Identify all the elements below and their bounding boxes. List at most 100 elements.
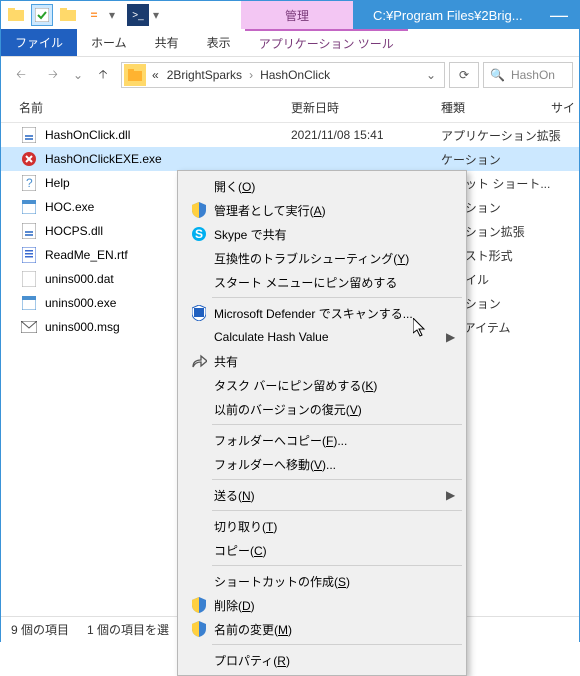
menu-item-label: 送る(N) [210,487,446,504]
menu-item[interactable]: 送る(N)▶ [180,483,464,507]
menu-item-label: 共有 [210,353,446,370]
menu-item-label: Microsoft Defender でスキャンする... [210,305,446,322]
menu-item[interactable]: 開く(O) [180,174,464,198]
menu-item-label: フォルダーへ移動(V)... [210,456,446,473]
col-date[interactable]: 更新日時 [291,99,441,116]
file-icon [19,127,39,143]
col-name[interactable]: 名前 [19,99,291,116]
menu-item-label: スタート メニューにピン留めする [210,274,446,291]
menu-item-label: Calculate Hash Value [210,330,446,344]
menu-item-label: 開く(O) [210,178,446,195]
svg-text:S: S [195,227,203,241]
context-menu[interactable]: 開く(O) 管理者として実行(A) S Skype で共有互換性のトラブルシューティン… [177,170,467,676]
menu-item-label: タスク バーにピン留めする(K) [210,377,446,394]
menu-item-label: プロパティ(R) [210,652,446,669]
menu-item[interactable]: S Skype で共有 [180,222,464,246]
menu-item-label: コピー(C) [210,542,446,559]
forward-button: 🡢 [39,61,67,89]
share-icon [188,354,210,368]
menu-separator [212,424,462,425]
menu-item[interactable]: プロパティ(R) [180,648,464,672]
window-title: C:¥Program Files¥2Brig... [353,1,539,29]
menu-item[interactable]: スタート メニューにピン留めする [180,270,464,294]
column-headers[interactable]: 名前 更新日時 種類 サイ [1,93,579,123]
menu-item-label: ショートカットの作成(S) [210,573,446,590]
file-icon [19,247,39,263]
refresh-button[interactable]: ⟳ [449,62,479,88]
submenu-arrow-icon: ▶ [446,330,464,344]
file-type: ケーション [441,151,501,168]
file-row[interactable]: HashOnClick.dll2021/11/08 15:41アプリケーション拡… [1,123,579,147]
breadcrumb-1[interactable]: 2BrightSparks [163,68,246,82]
home-tab[interactable]: ホーム [77,29,141,56]
file-icon: ? [19,175,39,191]
menu-item-label: Skype で共有 [210,226,446,243]
menu-item-label: 名前の変更(M) [210,621,446,638]
recent-dropdown[interactable]: ⌄ [71,61,85,89]
file-name: HashOnClickEXE.exe [45,152,291,166]
up-button[interactable]: 🡡 [89,61,117,89]
svg-text:?: ? [26,176,33,190]
menu-item[interactable]: 切り取り(T) [180,514,464,538]
address-bar[interactable]: « 2BrightSparks › HashOnClick ⌄ [121,62,445,88]
file-icon [19,199,39,215]
search-icon: 🔍 [490,68,505,82]
address-toolbar: 🡠 🡢 ⌄ 🡡 « 2BrightSparks › HashOnClick ⌄ … [1,57,579,93]
menu-item-label: フォルダーへコピー(F)... [210,432,446,449]
col-type[interactable]: 種類 [441,99,551,116]
file-date: 2021/11/08 15:41 [291,128,441,142]
file-icon [19,295,39,311]
chevron-right-icon[interactable]: › [246,68,256,82]
shield-icon [188,621,210,637]
manage-tab[interactable]: 管理 [241,1,353,29]
col-size[interactable]: サイ [551,99,579,116]
share-tab[interactable]: 共有 [141,29,193,56]
menu-item[interactable]: フォルダーへ移動(V)... [180,452,464,476]
breadcrumb-2[interactable]: HashOnClick [256,68,334,82]
address-dropdown-icon[interactable]: ⌄ [420,68,442,82]
menu-item[interactable]: 管理者として実行(A) [180,198,464,222]
file-tab[interactable]: ファイル [1,29,77,56]
file-name: HashOnClick.dll [45,128,291,142]
file-type: アプリケーション拡張 [441,127,561,144]
file-row[interactable]: HashOnClickEXE.exe ケーション [1,147,579,171]
item-count: 9 個の項目 [11,621,69,638]
file-icon [19,271,39,287]
menu-separator [212,644,462,645]
menu-item[interactable]: Calculate Hash Value▶ [180,325,464,349]
menu-item-label: 以前のバージョンの復元(V) [210,401,446,418]
view-tab[interactable]: 表示 [193,29,245,56]
menu-item[interactable]: タスク バーにピン留めする(K) [180,373,464,397]
app-tools-tab[interactable]: アプリケーション ツール [245,29,408,56]
file-icon [19,319,39,335]
selection-count: 1 個の項目を選 [87,621,169,638]
menu-separator [212,297,462,298]
ribbon-tabs: ファイル ホーム 共有 表示 アプリケーション ツール [1,29,579,57]
menu-separator [212,510,462,511]
search-placeholder: HashOn [511,68,555,82]
menu-item[interactable]: ショートカットの作成(S) [180,569,464,593]
menu-separator [212,565,462,566]
shield-icon [188,202,210,218]
folder-icon [124,64,146,86]
menu-item[interactable]: フォルダーへコピー(F)... [180,428,464,452]
menu-item[interactable]: コピー(C) [180,538,464,562]
menu-item-label: 管理者として実行(A) [210,202,446,219]
menu-item-label: 互換性のトラブルシューティング(Y) [210,250,446,267]
search-input[interactable]: 🔍 HashOn [483,62,573,88]
back-button[interactable]: 🡠 [7,61,35,89]
breadcrumb-prefix[interactable]: « [148,68,163,82]
menu-item[interactable]: 共有 [180,349,464,373]
menu-item-label: 削除(D) [210,597,446,614]
menu-item[interactable]: Microsoft Defender でスキャンする... [180,301,464,325]
menu-item[interactable]: 以前のバージョンの復元(V) [180,397,464,421]
menu-item[interactable]: 削除(D) [180,593,464,617]
minimize-button[interactable]: — [539,1,579,29]
menu-item[interactable]: 互換性のトラブルシューティング(Y) [180,246,464,270]
defender-icon [188,305,210,321]
shield-icon [188,597,210,613]
menu-item-label: 切り取り(T) [210,518,446,535]
skype-icon: S [188,226,210,242]
titlebar: 管理 C:¥Program Files¥2Brig... — [1,1,579,29]
menu-item[interactable]: 名前の変更(M) [180,617,464,641]
